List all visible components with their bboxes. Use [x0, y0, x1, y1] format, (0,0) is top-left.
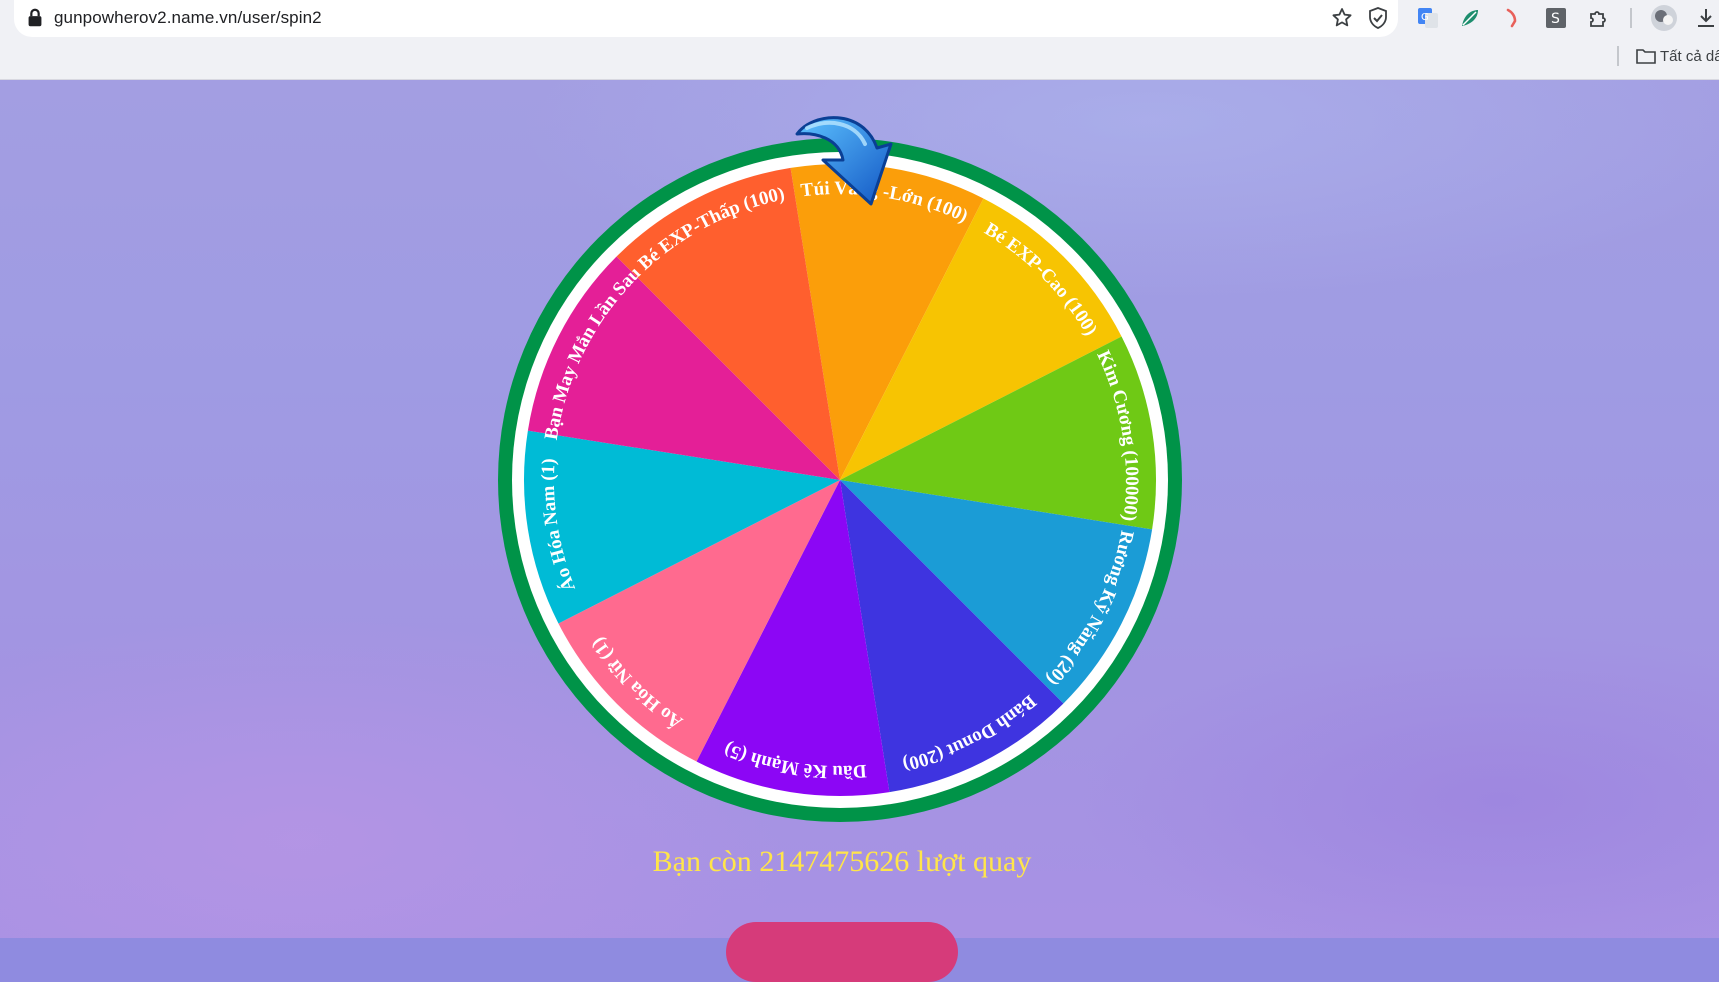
svg-text:S: S: [1551, 11, 1560, 27]
wheel-svg[interactable]: Túi Vàng -Lớn (100)Bé EXP-Cao (100)Kim C…: [495, 135, 1185, 825]
address-bar[interactable]: gunpowherov2.name.vn/user/spin2: [14, 0, 1398, 37]
bookmarks-divider: [1617, 46, 1619, 66]
spin-button[interactable]: [726, 922, 958, 982]
toolbar-divider: [1630, 8, 1632, 28]
extension-cursor-icon[interactable]: [1500, 6, 1524, 30]
lucky-wheel[interactable]: Túi Vàng -Lớn (100)Bé EXP-Cao (100)Kim C…: [495, 135, 1185, 825]
blue-arrow-pointer-icon: [795, 116, 893, 206]
all-bookmarks-link[interactable]: Tất cả dấ: [1660, 48, 1719, 65]
extensions-puzzle-icon[interactable]: [1586, 6, 1610, 30]
google-translate-icon[interactable]: G: [1416, 6, 1440, 30]
extension-leaf-icon[interactable]: [1458, 6, 1482, 30]
profile-avatar[interactable]: [1650, 4, 1678, 32]
url-text[interactable]: gunpowherov2.name.vn/user/spin2: [54, 8, 322, 28]
lock-icon[interactable]: [24, 7, 46, 29]
folder-icon[interactable]: [1636, 48, 1656, 64]
shield-icon[interactable]: [1366, 6, 1390, 30]
browser-toolbar: gunpowherov2.name.vn/user/spin2 G S Tất …: [0, 0, 1719, 80]
extension-s-icon[interactable]: S: [1544, 6, 1568, 30]
download-icon[interactable]: [1694, 6, 1718, 30]
star-icon[interactable]: [1330, 6, 1354, 30]
spins-remaining-text: Bạn còn 2147475626 lượt quay: [652, 845, 1032, 878]
svg-text:G: G: [1421, 12, 1429, 23]
